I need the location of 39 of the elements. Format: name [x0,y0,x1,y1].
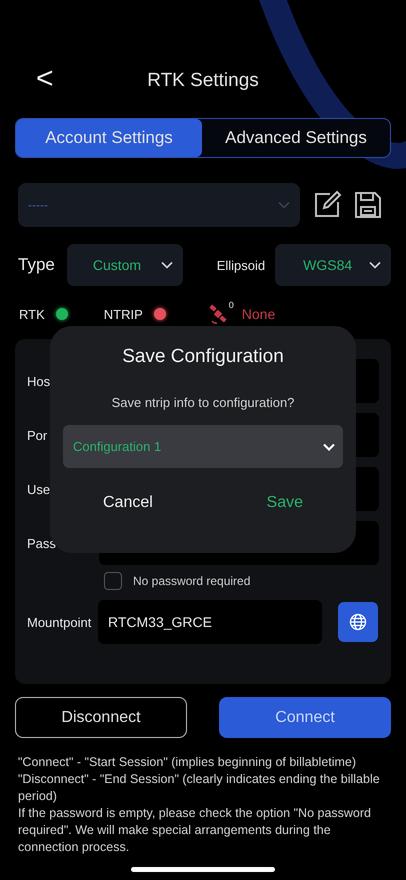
type-label: Type [18,255,55,275]
chevron-down-icon [323,442,335,450]
note-text: "Connect" - "Start Session" (implies beginning of billabletime) [18,754,358,771]
tab[interactable]: Advanced Settings [202,119,390,157]
configuration-dropdown[interactable]: Configuration 1 [63,425,343,468]
field-label: Mountpoint [27,614,92,630]
satellite-count: 0 [228,300,234,310]
chevron-down-icon [278,201,290,209]
note-text: If the password is empty, please check the option "No password required". We will make special arrangements during the connection process. [18,805,372,856]
input-field[interactable]: RTCM33_GRCE [98,600,322,644]
checkbox[interactable] [104,572,122,590]
disconnect-button[interactable]: Disconnect [15,697,187,738]
dialog-message: Save ntrip info to configuration? [112,395,294,410]
save-button[interactable]: Save [266,494,303,512]
connect-button[interactable]: Connect [219,697,391,738]
field-label: Pass [27,536,57,550]
globe-button[interactable] [338,602,378,642]
save-icon[interactable] [354,190,382,220]
chevron-down-icon [369,261,381,269]
globe-icon [349,613,367,631]
field-label: Hos [27,374,52,388]
edit-icon[interactable] [312,190,342,220]
page-title: RTK Settings [147,70,259,92]
back-button[interactable]: < [36,62,54,96]
satellite-icon [208,304,229,324]
checkbox-label: No password required [133,574,250,588]
fix-status: None [242,306,276,322]
tab[interactable]: Account Settings [16,119,202,157]
status-label: RTK [19,306,45,322]
chevron-down-icon [160,261,173,269]
field-label: Use [27,482,52,496]
ellipsoid-dropdown[interactable]: WGS84 [275,244,391,286]
type-dropdown[interactable]: Custom [66,244,183,286]
ellipsoid-label: Ellipsoid [216,258,266,272]
cancel-button[interactable]: Cancel [103,494,153,512]
status-label: NTRIP [104,306,143,322]
note-text: "Disconnect" - "End Session" (clearly indicates ending the billable period) [18,771,381,805]
field-label: Por [27,428,48,442]
dialog-title: Save Configuration [122,346,284,368]
